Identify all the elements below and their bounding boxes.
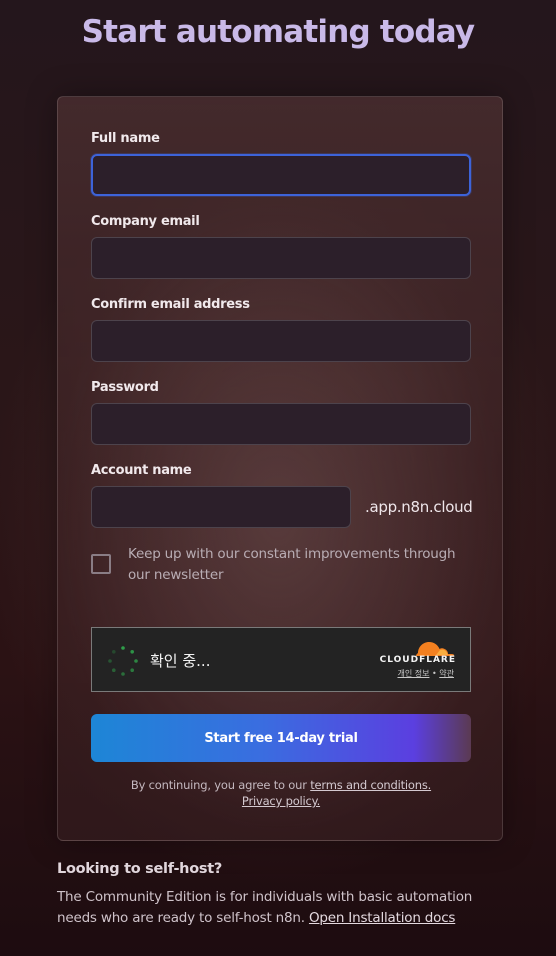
captcha-link-separator: • (432, 669, 437, 678)
account-name-label: Account name (91, 463, 192, 478)
confirm-email-input[interactable] (91, 320, 471, 362)
password-input[interactable] (91, 403, 471, 445)
captcha-widget[interactable]: 확인 중... CLOUDFLARE 개인 정보 • 약관 (91, 627, 471, 692)
start-trial-button[interactable]: Start free 14-day trial (91, 714, 471, 762)
selfhost-title: Looking to self-host? (57, 861, 222, 877)
terms-prefix: By continuing, you agree to our (130, 778, 311, 792)
captcha-status-text: 확인 중... (150, 652, 211, 670)
password-label: Password (91, 380, 159, 395)
loading-spinner-icon (108, 646, 138, 676)
cloudflare-links: 개인 정보 • 약관 (397, 668, 454, 679)
privacy-policy-link[interactable]: Privacy policy. (242, 794, 320, 808)
terms-notice: By continuing, you agree to our terms an… (91, 777, 471, 809)
company-email-input[interactable] (91, 237, 471, 279)
account-name-input[interactable] (91, 486, 351, 528)
newsletter-checkbox[interactable] (91, 554, 111, 574)
captcha-terms-link[interactable]: 약관 (439, 669, 454, 678)
cloudflare-brand: CLOUDFLARE (379, 655, 456, 665)
confirm-email-label: Confirm email address (91, 297, 250, 312)
newsletter-label[interactable]: Keep up with our constant improvements t… (128, 544, 468, 586)
full-name-input[interactable] (91, 154, 471, 196)
company-email-label: Company email (91, 214, 200, 229)
selfhost-description: The Community Edition is for individuals… (57, 887, 497, 929)
captcha-privacy-link[interactable]: 개인 정보 (397, 669, 429, 678)
account-domain-suffix: .app.n8n.cloud (365, 498, 473, 516)
signup-card: Full name Company email Confirm email ad… (57, 96, 503, 841)
terms-link[interactable]: terms and conditions. (310, 778, 431, 792)
full-name-label: Full name (91, 131, 160, 146)
page-title: Start automating today (81, 14, 475, 50)
installation-docs-link[interactable]: Open Installation docs (309, 910, 455, 926)
